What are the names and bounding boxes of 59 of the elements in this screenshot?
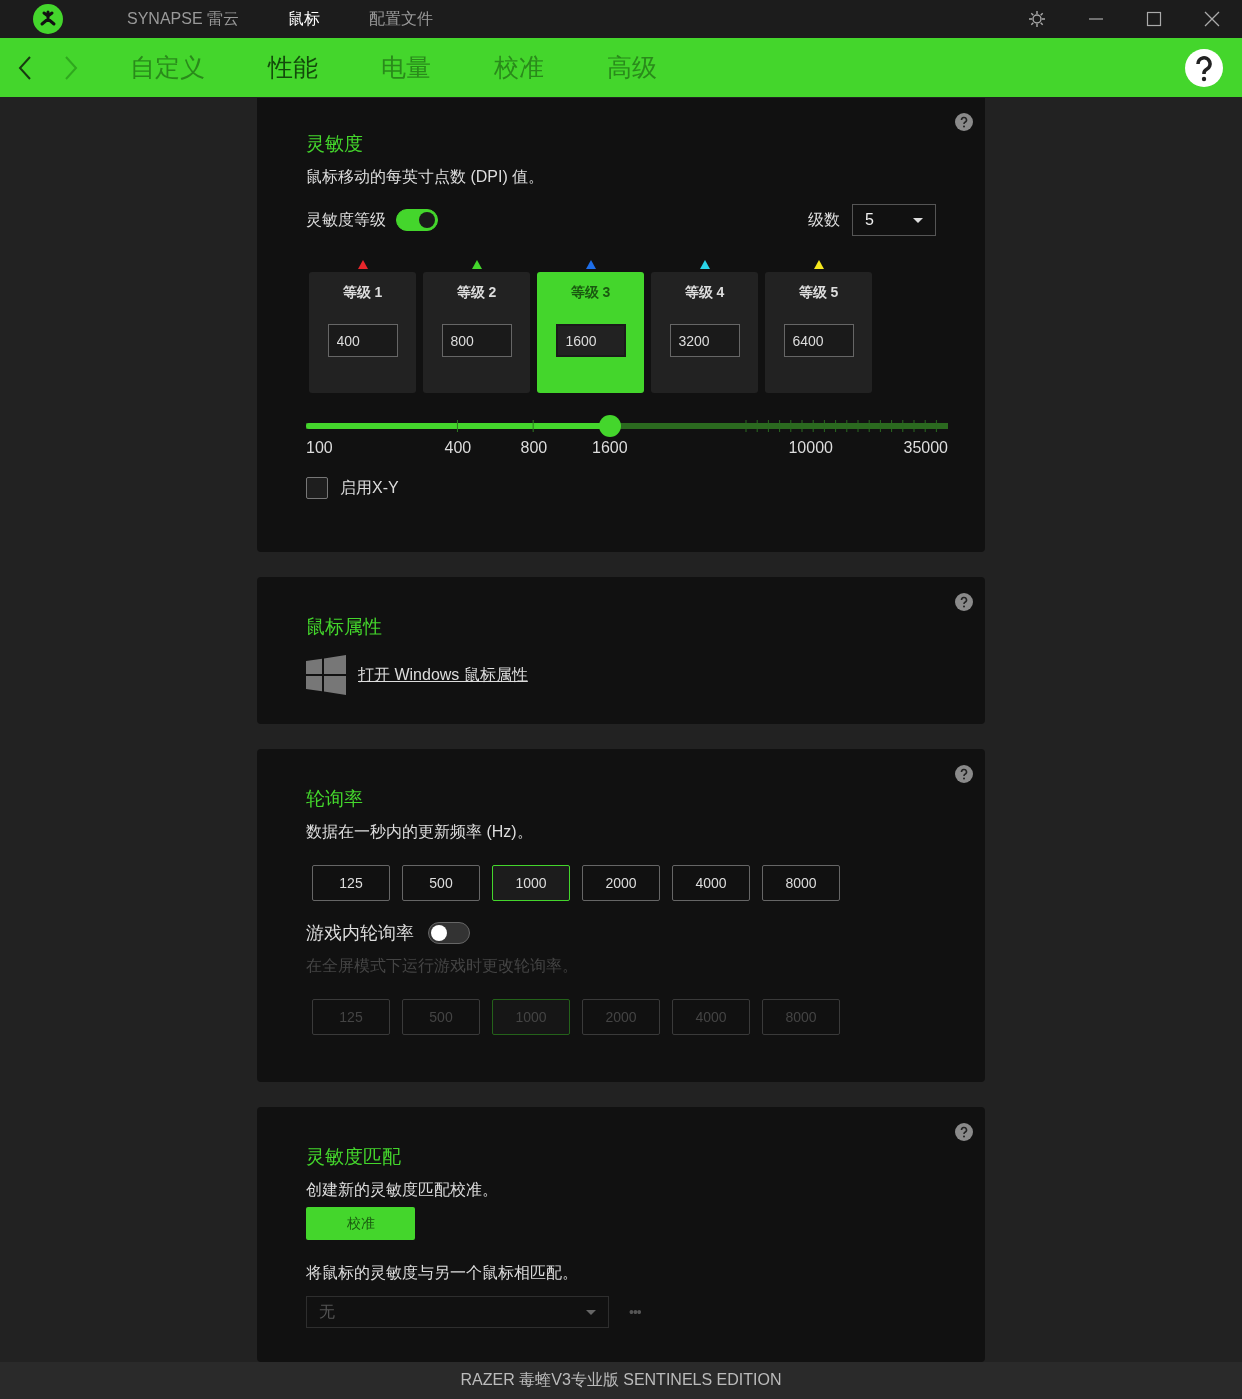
description-text: 创建新的灵敏度匹配校准。 [306, 1180, 499, 1200]
dpi-input[interactable]: 1600 [555, 324, 626, 357]
dpi-input[interactable]: 800 [441, 324, 512, 357]
calibrate-button[interactable]: 校准 [306, 1207, 415, 1240]
stage-card[interactable]: 等级 1 400 [309, 272, 416, 393]
toggle-switch[interactable] [396, 209, 438, 231]
maximize-icon[interactable] [1146, 11, 1162, 27]
stage-card[interactable]: 等级 2 800 [423, 272, 530, 393]
stage-card[interactable]: 等级 3 1600 [537, 272, 644, 393]
settings-icon[interactable] [1028, 10, 1046, 28]
dpi-input[interactable]: 400 [327, 324, 398, 357]
scale-label: 100 [306, 439, 333, 457]
stage-card[interactable]: 等级 4 3200 [651, 272, 758, 393]
scale-label: 800 [520, 439, 548, 457]
section-title: 灵敏度 [306, 132, 364, 156]
nav-tab[interactable]: 性能 [268, 51, 318, 84]
rate-button[interactable]: 2000 [582, 865, 660, 901]
stage-label: 等级 4 [684, 284, 725, 302]
stage-label: 等级 1 [342, 284, 383, 302]
scale-label: 1600 [592, 439, 628, 457]
scale-label: 400 [444, 439, 472, 457]
help-icon[interactable] [1185, 48, 1223, 87]
section-title: 灵敏度匹配 [306, 1145, 402, 1169]
checkbox-label: 启用X-Y [340, 477, 399, 498]
rate-button[interactable]: 500 [402, 865, 480, 901]
app-tab[interactable]: 配置文件 [369, 8, 434, 30]
stage-label: 等级 2 [456, 284, 497, 302]
caret-icon [913, 217, 923, 223]
section-title: 鼠标属性 [306, 615, 383, 639]
settings-link[interactable]: 打开 Windows 鼠标属性 [358, 664, 528, 686]
stage-label: 等级 5 [798, 284, 839, 302]
slider-thumb[interactable] [598, 415, 621, 437]
device-name: RAZER 毒蝰V3专业版 SENTINELS EDITION [460, 1370, 782, 1390]
back-icon[interactable] [18, 54, 32, 81]
app-tab[interactable]: 鼠标 [288, 8, 321, 30]
stage-count-dropdown[interactable]: 5 [852, 204, 936, 236]
scale-label: 35000 [903, 439, 948, 457]
rate-button[interactable]: 4000 [672, 865, 750, 901]
scale-label: 10000 [788, 439, 833, 457]
rate-button[interactable]: 1000 [492, 865, 570, 901]
stage-label: 等级 3 [570, 284, 611, 302]
dropdown-label: 级数 [808, 209, 840, 230]
caret-icon [586, 1309, 596, 1315]
app-tab[interactable]: SYNAPSE 雷云 [127, 8, 240, 30]
close-icon[interactable] [1204, 11, 1220, 27]
rate-button[interactable]: 8000 [762, 865, 840, 901]
toggle-label: 游戏内轮询率 [306, 922, 414, 945]
description-text: 数据在一秒内的更新频率 (Hz)。 [306, 822, 534, 842]
dpi-input[interactable]: 3200 [669, 324, 740, 357]
section-title: 轮询率 [306, 787, 364, 811]
description-text: 鼠标移动的每英寸点数 (DPI) 值。 [306, 167, 546, 187]
windows-icon [306, 655, 346, 695]
description-text: 将鼠标的灵敏度与另一个鼠标相匹配。 [306, 1263, 579, 1283]
toggle-label: 灵敏度等级 [306, 209, 386, 230]
logo-icon [33, 4, 63, 34]
dpi-input[interactable]: 6400 [783, 324, 854, 357]
rate-button[interactable]: 125 [312, 865, 390, 901]
stage-card[interactable]: 等级 5 6400 [765, 272, 872, 393]
checkbox[interactable] [306, 477, 328, 499]
